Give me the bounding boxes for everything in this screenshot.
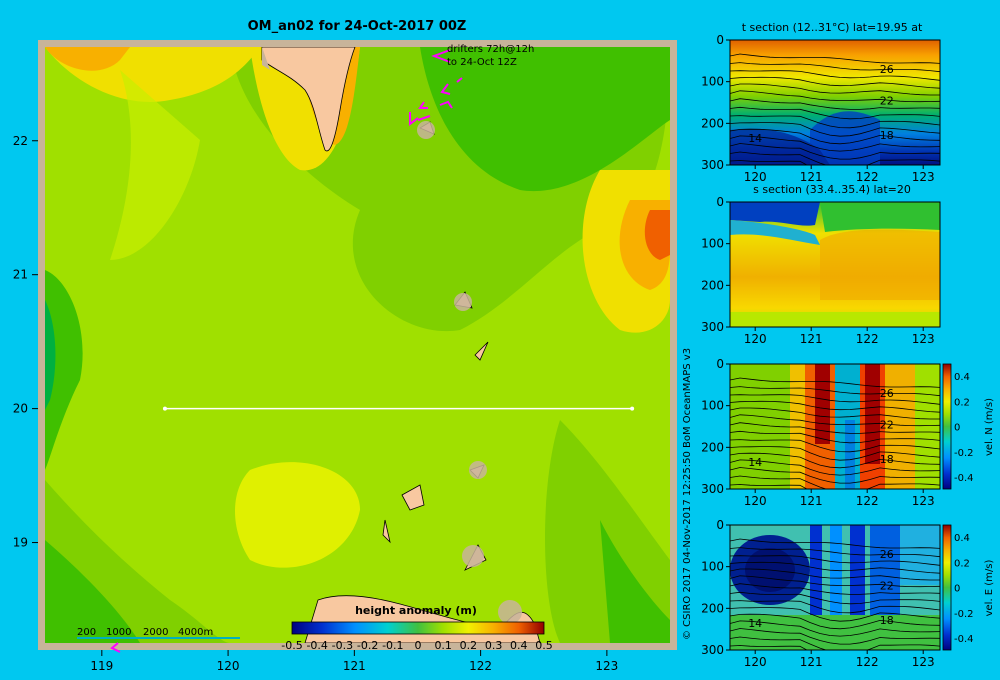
colorbar-tick-label: 0.1: [434, 639, 452, 652]
map-title: OM_an02 for 24-Oct-2017 00Z: [248, 19, 467, 34]
contour-label: 26: [880, 63, 894, 76]
drifter-note-line1: drifters 72h@12h: [447, 44, 534, 55]
colorbar-tick-label: -0.1: [382, 639, 403, 652]
colorbar-tick-label: 0: [415, 639, 422, 652]
credit-text: © CSIRO 2017 04-Nov-2017 12:25:50 BoM Oc…: [682, 348, 693, 640]
section-x-tick-label: 121: [800, 170, 823, 184]
section-y-tick-label: 100: [701, 399, 724, 413]
section-y-tick-label: 200: [701, 601, 724, 615]
depth-label-4000: 4000m: [178, 627, 213, 638]
section-x-tick-label: 120: [744, 170, 767, 184]
height-anomaly-field: [45, 47, 670, 643]
map-y-tick-label: 22: [13, 134, 28, 148]
contour-label: 14: [748, 456, 762, 469]
section-y-tick-label: 300: [701, 482, 724, 496]
map-x-tick-label: 120: [217, 659, 240, 673]
vel-colorbar-tick-label: -0.4: [954, 473, 974, 484]
vel-n-colorbar: vel. N (m/s) 0.4 0.2 0 -0.2 -0.4: [942, 363, 995, 490]
vel-colorbar-tick-label: 0: [954, 584, 960, 595]
vel-colorbar-tick-label: -0.2: [954, 448, 974, 459]
vel-colorbar-tick-label: 0.2: [954, 397, 970, 408]
colorbar-tick-label: 0.3: [485, 639, 503, 652]
s-section-title: s section (33.4..35.4) lat=20: [753, 183, 911, 196]
section-y-tick-label: 100: [701, 560, 724, 574]
colorbar-tick-label: 0.5: [535, 639, 553, 652]
vel-n-colorbar-label: vel. N (m/s): [984, 398, 995, 456]
section-y-tick-label: 300: [701, 158, 724, 172]
vel-colorbar-tick-label: 0.4: [954, 372, 970, 383]
map-x-tick-label: 119: [90, 659, 113, 673]
colorbar-tick-label: -0.3: [332, 639, 353, 652]
section-x-tick-label: 121: [800, 655, 823, 669]
vel-colorbar-tick-label: 0.4: [954, 533, 970, 544]
vel-e-colorbar-label: vel. E (m/s): [984, 559, 995, 616]
map-x-tick-label: 123: [595, 659, 618, 673]
vel-colorbar-tick-label: -0.4: [954, 634, 974, 645]
contour-label: 26: [880, 548, 894, 561]
vel-e-colorbar: vel. E (m/s) 0.4 0.2 0 -0.2 -0.4: [942, 524, 995, 651]
colorbar-tick-label: -0.4: [306, 639, 327, 652]
contour-label: 22: [880, 418, 894, 431]
section-y-tick-label: 0: [716, 195, 724, 209]
section-y-tick-label: 0: [716, 33, 724, 47]
depth-label-2000: 2000: [143, 627, 168, 638]
map-y-tick-label: 20: [13, 402, 28, 416]
map-y-ticks: 22 21 20 19: [13, 134, 38, 550]
depth-label-200: 200: [77, 627, 96, 638]
drifter-note-line2: to 24-Oct 12Z: [447, 57, 517, 68]
contour-label: 22: [880, 94, 894, 107]
section-x-tick-label: 120: [744, 655, 767, 669]
map-x-tick-label: 121: [343, 659, 366, 673]
vel-colorbar-tick-label: 0: [954, 423, 960, 434]
colorbar-tick-label: 0.2: [460, 639, 478, 652]
colorbar-tick-label: -0.2: [357, 639, 378, 652]
section-x-tick-label: 123: [912, 494, 935, 508]
section-y-tick-label: 100: [701, 75, 724, 89]
map-x-ticks: 119 120 121 122 123: [90, 650, 618, 673]
colorbar-label: height anomaly (m): [355, 604, 477, 617]
section-y-tick-label: 200: [701, 278, 724, 292]
s-section-panel: [730, 202, 940, 327]
colorbar-tick-label: -0.5: [281, 639, 302, 652]
vel-colorbar-tick-label: 0.2: [954, 558, 970, 569]
colorbar-tick-label: 0.4: [510, 639, 528, 652]
section-x-tick-label: 122: [856, 494, 879, 508]
map-x-tick-label: 122: [469, 659, 492, 673]
section-y-tick-label: 200: [701, 440, 724, 454]
section-y-tick-label: 200: [701, 116, 724, 130]
section-x-tick-label: 121: [800, 494, 823, 508]
map-y-tick-label: 21: [13, 268, 28, 282]
contour-label: 22: [880, 579, 894, 592]
section-y-tick-label: 0: [716, 518, 724, 532]
section-x-tick-label: 122: [856, 655, 879, 669]
section-x-tick-label: 120: [744, 332, 767, 346]
section-y-tick-label: 300: [701, 643, 724, 657]
contour-label: 18: [880, 614, 894, 627]
section-x-tick-label: 120: [744, 494, 767, 508]
section-x-tick-label: 121: [800, 332, 823, 346]
t-section-title: t section (12..31°C) lat=19.95 at: [742, 21, 923, 34]
contour-label: 18: [880, 453, 894, 466]
contour-label: 26: [880, 387, 894, 400]
section-y-tick-label: 100: [701, 237, 724, 251]
oceanmaps-figure: OM_an02 for 24-Oct-2017 00Z drifters 72h…: [13, 19, 995, 673]
vel-colorbar-tick-label: -0.2: [954, 609, 974, 620]
section-x-tick-label: 123: [912, 332, 935, 346]
contour-label: 14: [748, 132, 762, 145]
contour-label: 18: [880, 129, 894, 142]
section-x-tick-label: 123: [912, 655, 935, 669]
section-x-tick-label: 122: [856, 332, 879, 346]
map-y-tick-label: 19: [13, 536, 28, 550]
section-y-tick-label: 0: [716, 357, 724, 371]
section-y-tick-label: 300: [701, 320, 724, 334]
section-x-tick-label: 122: [856, 170, 879, 184]
contour-label: 14: [748, 617, 762, 630]
depth-label-1000: 1000: [106, 627, 131, 638]
section-x-tick-label: 123: [912, 170, 935, 184]
